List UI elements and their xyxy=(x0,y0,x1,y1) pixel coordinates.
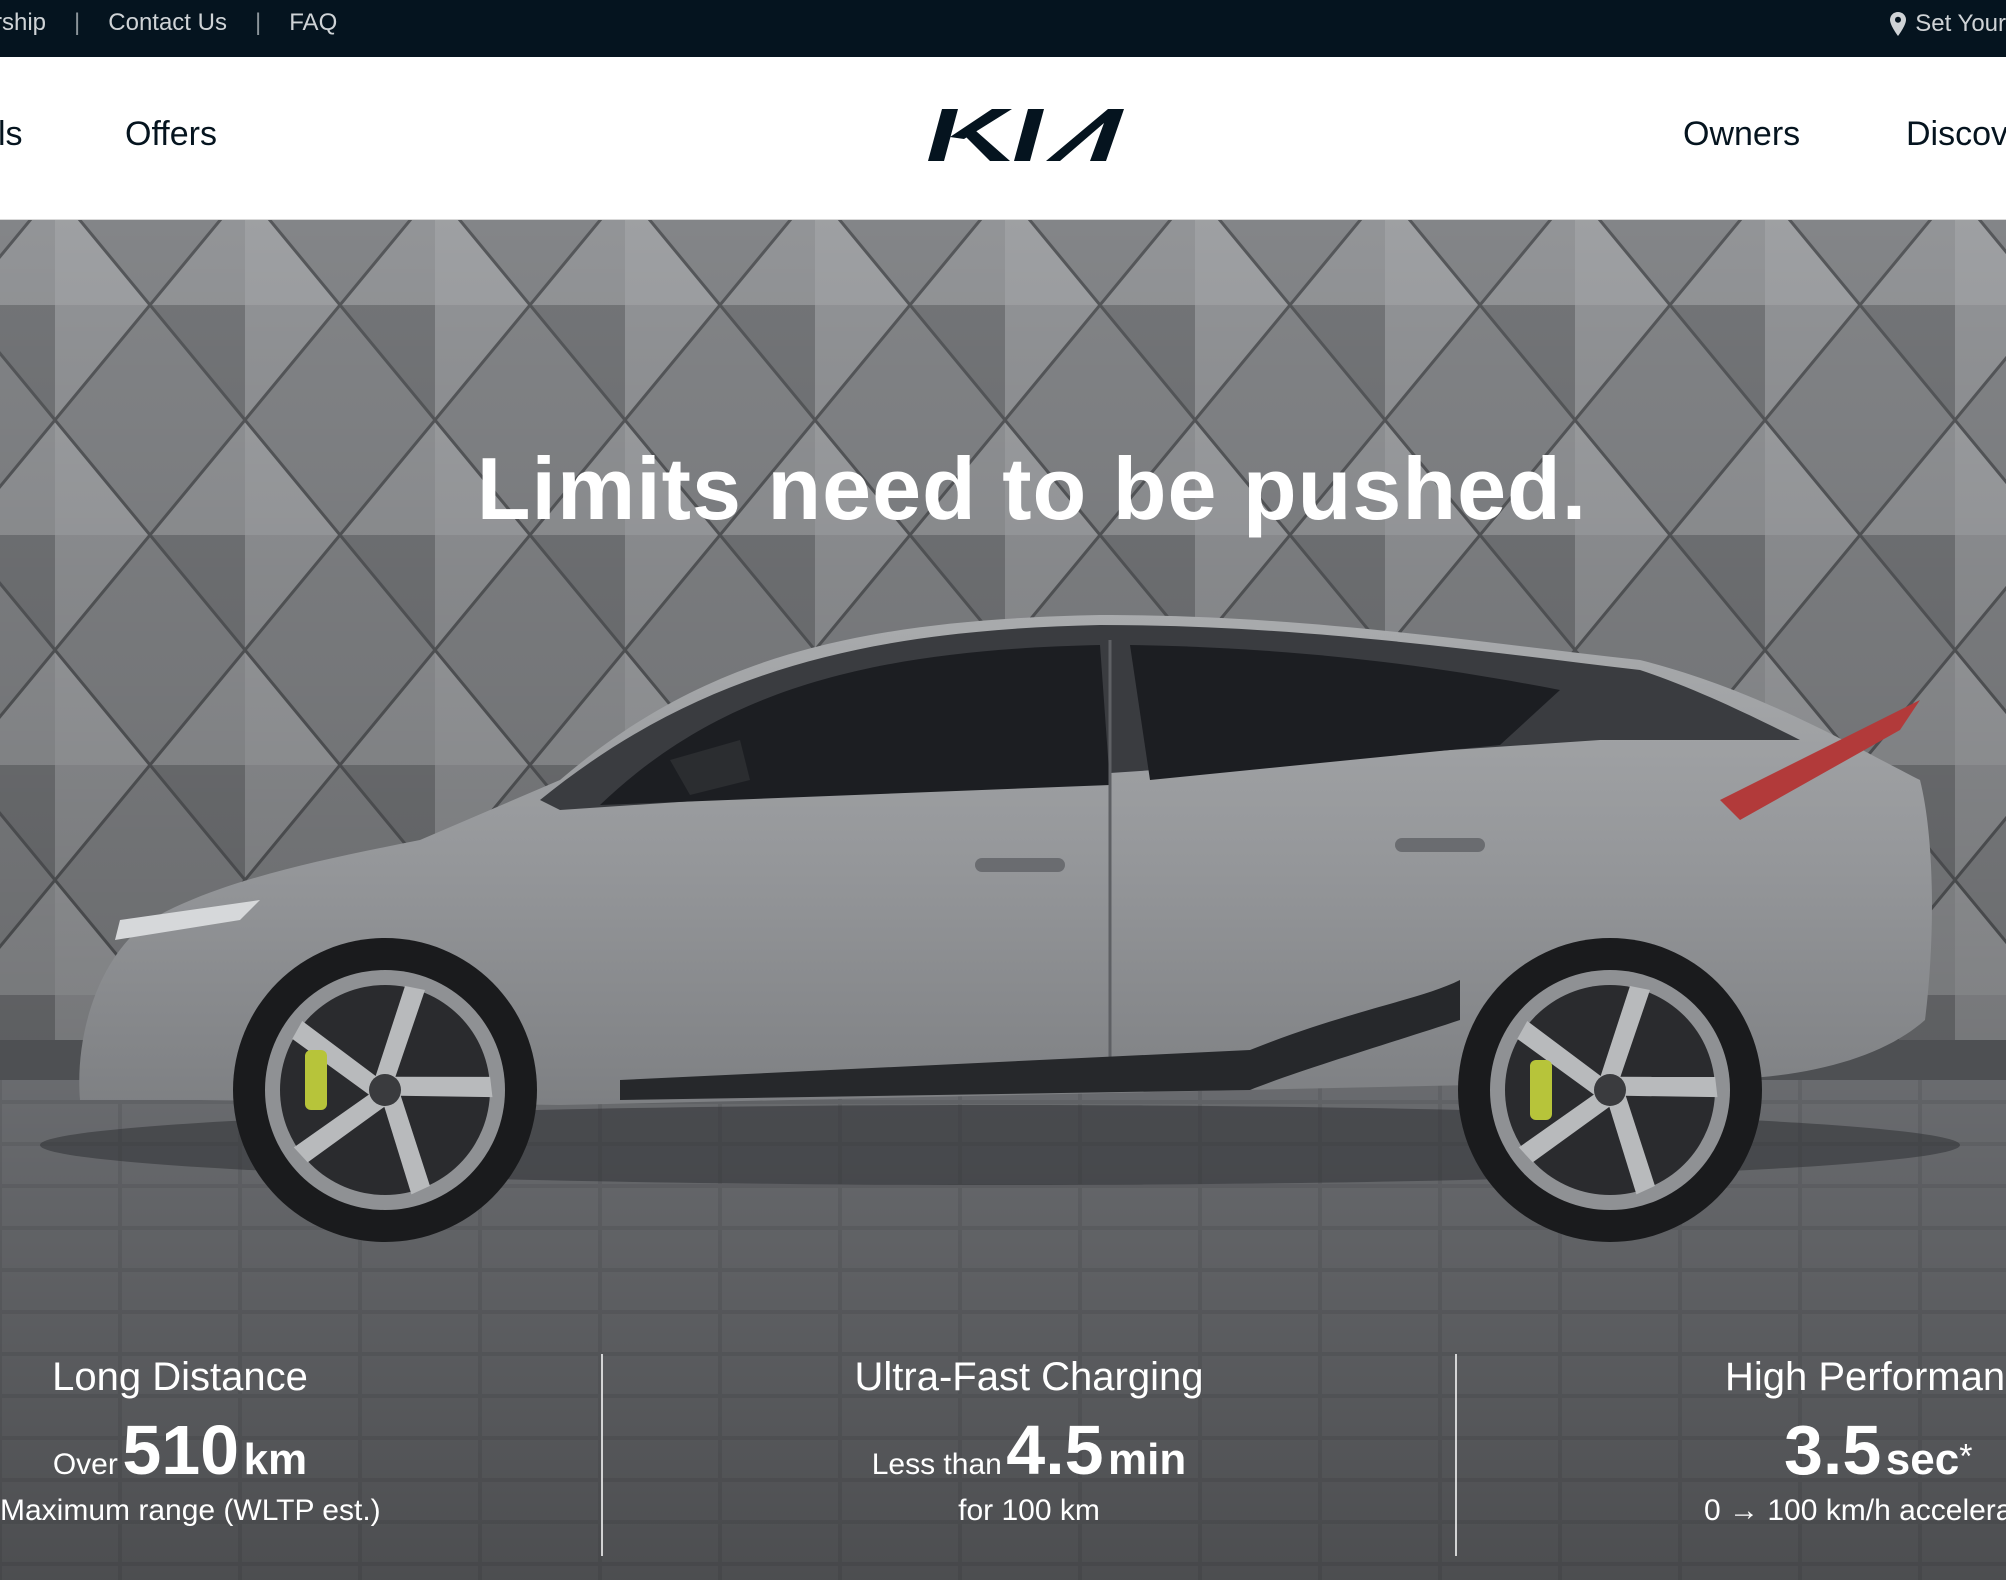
divider-bar: | xyxy=(254,9,262,36)
stat-value: 510 xyxy=(122,1411,240,1489)
divider-bar: | xyxy=(74,9,81,36)
hero-headline: Limits need to be pushed. xyxy=(476,439,1588,538)
nav-item-offers[interactable]: Offers xyxy=(125,115,217,154)
utility-link-contact-us[interactable]: Contact Us xyxy=(108,9,227,37)
nav-item-models[interactable]: ls xyxy=(0,115,23,154)
stat-note: Maximum range (WLTP est.) xyxy=(0,1494,381,1527)
stat-divider xyxy=(601,1354,603,1556)
stat-divider xyxy=(1455,1354,1457,1556)
utility-links: rship | Contact Us | FAQ xyxy=(0,0,337,46)
rear-wheel xyxy=(1458,938,1762,1242)
stat-unit: km xyxy=(243,1435,308,1484)
stat-ultra-fast-charging: Ultra-Fast Charging Less than 4.5 min fo… xyxy=(829,1355,1229,1528)
stat-figure: 3.5 sec* xyxy=(1784,1410,2006,1490)
utility-link-faq[interactable]: FAQ xyxy=(289,9,337,37)
stat-unit: sec xyxy=(1885,1435,1960,1484)
utility-link-dealership[interactable]: rship xyxy=(0,9,46,37)
stat-label: Ultra-Fast Charging xyxy=(854,1355,1204,1399)
set-location-label: Set Your xyxy=(1915,10,2006,37)
stat-note: 0 → 100 km/h accelera xyxy=(1704,1494,2006,1527)
stat-high-performance: High Performanc 3.5 sec* 0 → 100 km/h ac… xyxy=(1700,1355,2006,1528)
stat-long-distance: Long Distance Over 510 km Maximum range … xyxy=(0,1355,381,1528)
stat-value: 3.5 xyxy=(1784,1411,1882,1489)
stat-prefix: Less than xyxy=(871,1448,1002,1481)
main-navigation: ls Offers Owners Discov xyxy=(0,57,2006,221)
stat-prefix: Over xyxy=(52,1448,118,1481)
kia-logo[interactable] xyxy=(928,109,1131,161)
stat-note: for 100 km xyxy=(958,1494,1100,1527)
stat-footnote-mark: * xyxy=(1959,1437,1973,1476)
stat-value: 4.5 xyxy=(1006,1411,1104,1489)
front-wheel xyxy=(233,938,537,1242)
nav-item-owners[interactable]: Owners xyxy=(1683,115,1800,154)
stat-label: Long Distance xyxy=(52,1355,308,1399)
set-location-button[interactable]: Set Your xyxy=(1889,0,2006,48)
stat-figure: Less than 4.5 min xyxy=(829,1410,1229,1490)
nav-item-discover[interactable]: Discov xyxy=(1906,115,2006,154)
stat-label: High Performanc xyxy=(1725,1355,2006,1399)
hero-section: Limits need to be pushed. Long Distance … xyxy=(0,220,2006,1580)
utility-bar: rship | Contact Us | FAQ Set Your xyxy=(0,0,2006,57)
stat-figure: Over 510 km xyxy=(0,1410,360,1490)
location-pin-icon xyxy=(1890,12,1907,36)
stat-unit: min xyxy=(1108,1435,1187,1484)
